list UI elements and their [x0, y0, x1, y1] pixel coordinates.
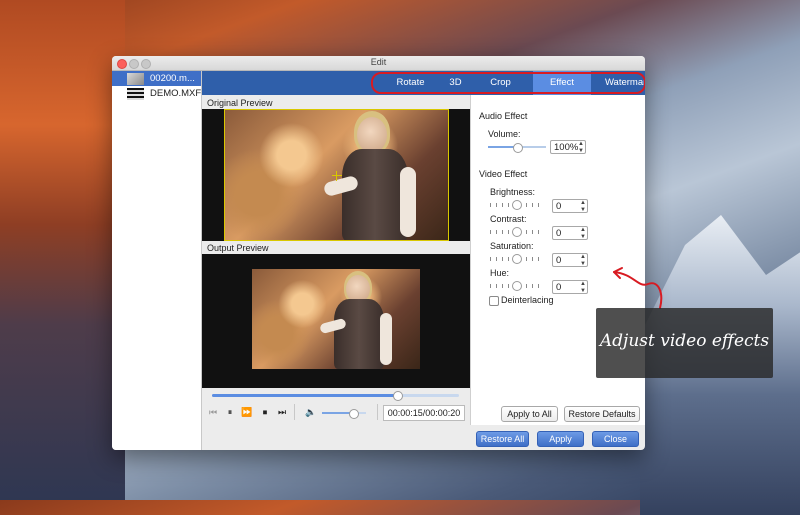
- file-item-00200[interactable]: 00200.m...: [112, 71, 201, 86]
- brightness-label: Brightness:: [490, 187, 536, 197]
- hue-label: Hue:: [490, 268, 510, 278]
- restore-defaults-button[interactable]: Restore Defaults: [564, 406, 640, 422]
- output-preview-label: Output Preview: [207, 243, 269, 253]
- divider: [377, 404, 378, 420]
- edit-window: Edit 00200.m... DEMO.MXF Rotate 3D Crop …: [112, 56, 645, 450]
- deinterlacing-checkbox[interactable]: [489, 296, 499, 306]
- contrast-slider-knob[interactable]: [512, 227, 522, 237]
- progress-knob[interactable]: [393, 391, 404, 401]
- divider: [294, 404, 295, 420]
- tip-callout: Adjust video effects: [596, 308, 773, 378]
- file-list: 00200.m... DEMO.MXF: [112, 71, 202, 450]
- hue-slider[interactable]: [490, 281, 542, 291]
- audio-volume-slider-track[interactable]: [488, 143, 546, 153]
- desktop-rock-wallpaper: [0, 0, 125, 500]
- output-preview-video: [202, 254, 470, 388]
- skip-back-icon[interactable]: ⏮: [207, 406, 219, 418]
- pause-icon[interactable]: ⏸: [224, 406, 236, 418]
- close-button[interactable]: Close: [592, 431, 639, 447]
- stepper-arrows-icon[interactable]: ▲ ▼: [580, 200, 586, 214]
- video-thumbnail: [127, 88, 144, 100]
- playback-progress-bar[interactable]: [212, 391, 459, 401]
- brightness-stepper[interactable]: 0 ▲ ▼: [552, 199, 588, 213]
- stepper-arrows-icon[interactable]: ▲ ▼: [578, 141, 584, 155]
- fast-forward-icon[interactable]: ⏩: [241, 406, 253, 418]
- saturation-slider[interactable]: [490, 254, 542, 264]
- progress-fill: [212, 394, 398, 397]
- video-person: [319, 269, 404, 369]
- file-item-demo[interactable]: DEMO.MXF: [112, 86, 201, 101]
- crop-center-icon[interactable]: [332, 171, 342, 181]
- edit-tab-bar: Rotate 3D Crop Effect Watermark: [202, 71, 645, 95]
- video-thumbnail: [127, 73, 144, 85]
- skip-forward-icon[interactable]: ⏭: [276, 406, 288, 418]
- contrast-label: Contrast:: [490, 214, 527, 224]
- apply-button[interactable]: Apply: [537, 431, 584, 447]
- time-display: 00:00:15/00:00:20: [383, 405, 465, 421]
- stepper-arrows-icon[interactable]: ▲ ▼: [580, 281, 586, 295]
- window-title: Edit: [370, 57, 387, 67]
- stepper-arrows-icon[interactable]: ▲ ▼: [580, 227, 586, 241]
- window-titlebar[interactable]: Edit: [112, 56, 645, 71]
- saturation-label: Saturation:: [490, 241, 534, 251]
- original-preview-label: Original Preview: [207, 98, 273, 108]
- volume-label: Volume:: [488, 129, 521, 139]
- audio-volume-slider-knob[interactable]: [513, 143, 523, 153]
- callout-arrow-icon: [613, 267, 663, 309]
- deinterlacing-label: Deinterlacing: [501, 295, 554, 305]
- callout-text: Adjust video effects: [599, 331, 770, 351]
- contrast-slider[interactable]: [490, 227, 542, 237]
- apply-to-all-button[interactable]: Apply to All: [501, 406, 558, 422]
- brightness-slider[interactable]: [490, 200, 542, 210]
- saturation-stepper[interactable]: 0 ▲ ▼: [552, 253, 588, 267]
- volume-slider-track[interactable]: [322, 409, 366, 419]
- file-name: DEMO.MXF: [150, 88, 202, 99]
- brightness-slider-knob[interactable]: [512, 200, 522, 210]
- file-name: 00200.m...: [150, 73, 195, 84]
- original-preview-video: [202, 109, 470, 241]
- restore-all-button[interactable]: Restore All: [476, 431, 529, 447]
- audio-effect-heading: Audio Effect: [479, 111, 528, 121]
- saturation-slider-knob[interactable]: [512, 254, 522, 264]
- volume-stepper[interactable]: 100% ▲ ▼: [550, 140, 586, 154]
- contrast-stepper[interactable]: 0 ▲ ▼: [552, 226, 588, 240]
- stepper-arrows-icon[interactable]: ▲ ▼: [580, 254, 586, 268]
- hue-slider-knob[interactable]: [512, 281, 522, 291]
- stop-icon[interactable]: ⏹: [259, 406, 271, 418]
- speaker-icon[interactable]: 🔈: [305, 406, 317, 418]
- volume-slider-knob[interactable]: [348, 409, 359, 419]
- hue-stepper[interactable]: 0 ▲ ▼: [552, 280, 588, 294]
- video-effect-heading: Video Effect: [479, 169, 528, 179]
- tabs-highlight-outline: [371, 72, 645, 94]
